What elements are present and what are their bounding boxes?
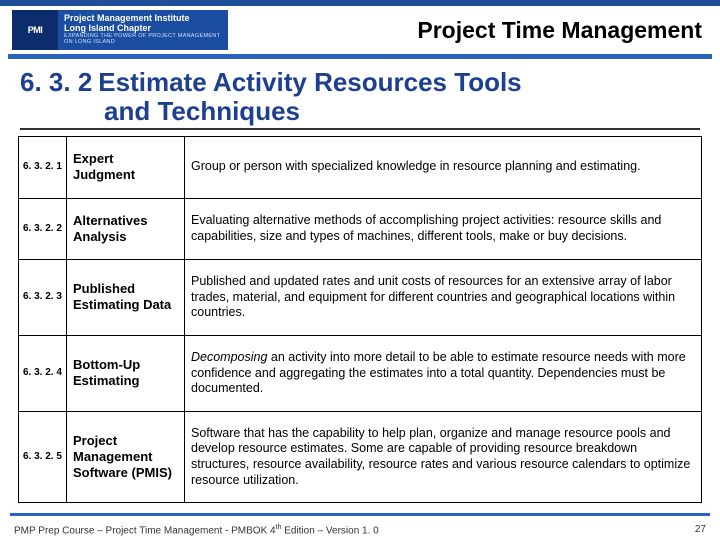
- slide: PMI Project Management Institute Long Is…: [0, 0, 720, 540]
- row-description: Decomposing an activity into more detail…: [185, 335, 702, 411]
- footer-bar: [10, 513, 710, 516]
- table-row: 6. 3. 2. 1Expert JudgmentGroup or person…: [19, 137, 702, 199]
- row-name: Project Management Software (PMIS): [67, 411, 185, 503]
- header-row: PMI Project Management Institute Long Is…: [0, 6, 720, 54]
- footer-left: PMP Prep Course – Project Time Managemen…: [14, 524, 379, 536]
- section-underline: [20, 128, 700, 130]
- row-number: 6. 3. 2. 4: [19, 335, 67, 411]
- table-row: 6. 3. 2. 2Alternatives AnalysisEvaluatin…: [19, 198, 702, 260]
- page-title: Project Time Management: [228, 17, 710, 44]
- row-number: 6. 3. 2. 2: [19, 198, 67, 260]
- footer: PMP Prep Course – Project Time Managemen…: [0, 524, 720, 536]
- table-row: 6. 3. 2. 4Bottom-Up EstimatingDecomposin…: [19, 335, 702, 411]
- table-row: 6. 3. 2. 3Published Estimating DataPubli…: [19, 260, 702, 336]
- logo-line2: Long Island Chapter: [64, 24, 228, 33]
- content-table: 6. 3. 2. 1Expert JudgmentGroup or person…: [0, 136, 720, 503]
- section-heading: 6. 3. 2 Estimate Activity Resources Tool…: [0, 59, 720, 126]
- row-name: Expert Judgment: [67, 137, 185, 199]
- table-row: 6. 3. 2. 5Project Management Software (P…: [19, 411, 702, 503]
- row-description: Group or person with specialized knowled…: [185, 137, 702, 199]
- row-number: 6. 3. 2. 1: [19, 137, 67, 199]
- row-name: Published Estimating Data: [67, 260, 185, 336]
- section-number: 6. 3. 2: [20, 67, 92, 98]
- row-name: Alternatives Analysis: [67, 198, 185, 260]
- pmi-logo-text: Project Management Institute Long Island…: [58, 10, 228, 50]
- row-name: Bottom-Up Estimating: [67, 335, 185, 411]
- row-description: Published and updated rates and unit cos…: [185, 260, 702, 336]
- row-number: 6. 3. 2. 5: [19, 411, 67, 503]
- row-description: Evaluating alternative methods of accomp…: [185, 198, 702, 260]
- row-description: Software that has the capability to help…: [185, 411, 702, 503]
- section-title-line1: Estimate Activity Resources Tools: [98, 67, 521, 98]
- pmi-logo-mark: PMI: [12, 10, 58, 50]
- row-number: 6. 3. 2. 3: [19, 260, 67, 336]
- section-title-line2: and Techniques: [20, 98, 700, 124]
- logo-tagline: EXPANDING THE POWER OF PROJECT MANAGEMEN…: [64, 34, 228, 46]
- pmi-logo: PMI Project Management Institute Long Is…: [12, 10, 228, 50]
- page-number: 27: [695, 524, 706, 536]
